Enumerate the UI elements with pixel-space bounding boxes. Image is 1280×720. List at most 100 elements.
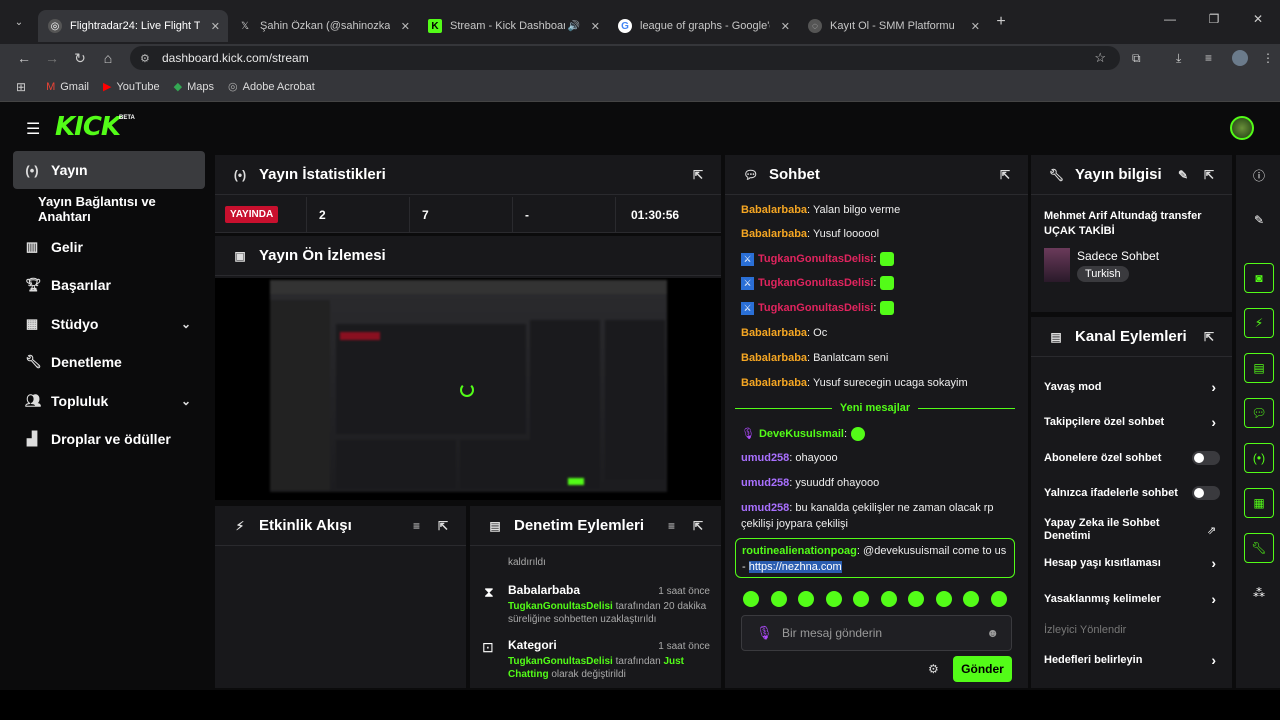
sidebar-item-droplar[interactable]: ▟ Droplar ve ödüller [13,420,205,458]
chat-username[interactable]: Babalarbaba [741,327,807,339]
sidebar-item-topluluk[interactable]: 👥︎ Topluluk ⌄ [13,382,205,420]
action-banned-words[interactable]: Yasaklanmış kelimeler › [1044,591,1222,607]
camera-icon[interactable]: ◙ [1244,263,1274,293]
popout-icon[interactable]: ⇱ [1204,168,1214,182]
action-followers-only[interactable]: Takipçilere özel sohbet › [1044,414,1222,430]
moderation-user[interactable]: TugkanGonultasDelisi [508,656,613,667]
wrench-icon[interactable]: 🔧︎ [1244,533,1274,563]
tab-smm[interactable]: ◌ Kayıt Ol - SMM Platformu ✕ [798,10,988,42]
moderation-user[interactable]: TugkanGonultasDelisi [508,601,613,612]
settings-icon[interactable]: ⚙ [928,662,939,676]
close-icon[interactable]: ✕ [781,20,790,33]
edit-icon[interactable]: ✎ [1178,168,1188,182]
sidebar-item-stream-key[interactable]: Yayın Bağlantısı ve Anahtarı [13,190,205,228]
star-icon[interactable]: ☆ [1094,50,1106,66]
emote-icon[interactable] [770,591,787,607]
back-icon[interactable]: ← [10,50,38,66]
emoji-icon[interactable]: ☻ [986,626,999,640]
notes-icon[interactable]: ▤ [1244,353,1274,383]
close-icon[interactable]: ✕ [971,20,980,33]
close-window-button[interactable]: ✕ [1236,12,1280,26]
broadcast-icon[interactable]: (•) [1244,443,1274,473]
lightning-icon[interactable]: ⚡︎ [1244,308,1274,338]
popout-icon[interactable]: ⇱ [438,519,448,533]
download-icon[interactable]: ⤓ [1176,51,1181,66]
chat-link[interactable]: https://nezhna.com [748,561,842,573]
close-icon[interactable]: ✕ [401,20,410,33]
community-icon[interactable]: ⁂ [1244,578,1274,608]
popout-icon[interactable]: ⇱ [693,168,703,182]
close-icon[interactable]: ✕ [591,20,600,33]
close-icon[interactable]: ✕ [211,20,220,33]
emote-icon[interactable] [798,591,814,607]
chat-username[interactable]: umud258 [741,477,789,489]
restore-button[interactable]: ❐ [1192,12,1236,26]
user-avatar[interactable] [1230,116,1254,140]
apps-icon[interactable]: ⊞ [16,80,26,94]
action-account-age[interactable]: Hesap yaşı kısıtlaması › [1044,555,1222,571]
action-ai-moderation[interactable]: Yapay Zeka ile Sohbet Denetimi [1044,517,1194,543]
emotes-only-toggle[interactable] [1192,486,1220,500]
new-tab-button[interactable]: + [988,13,1014,31]
tab-x[interactable]: 𝕏 Şahin Özkan (@sahinozkan0) / X ✕ [228,10,418,42]
external-link-icon[interactable]: ⇗ [1207,524,1216,537]
site-info-icon[interactable]: ⚙ [140,52,150,65]
chat-icon[interactable]: 💬︎ [1244,398,1274,428]
sidebar-item-gelir[interactable]: ▥ Gelir [13,228,205,266]
tab-flightradar[interactable]: ◎ Flightradar24: Live Flight Tracker ✕ [38,10,228,42]
filter-icon[interactable]: ≡ [668,519,675,533]
tab-kick[interactable]: K Stream - Kick Dashboard 🔊 ✕ [418,10,608,42]
action-goals[interactable]: Hedefleri belirleyin › [1044,652,1222,668]
action-slow-mode[interactable]: Yavaş mod › [1044,379,1222,395]
bookmark-youtube[interactable]: ▶ YouTube [103,80,160,94]
emote-icon[interactable] [825,591,842,607]
emote-icon[interactable] [935,591,952,607]
bookmark-acrobat[interactable]: ◎ Adobe Acrobat [228,80,315,94]
chat-username[interactable]: DeveKusuIsmail [759,428,844,440]
popout-icon[interactable]: ⇱ [693,519,703,533]
sidebar-item-basarilar[interactable]: 🏆︎ Başarılar [13,266,205,304]
chat-username[interactable]: Babalarbaba [741,204,807,216]
bookmark-maps[interactable]: ◆ Maps [174,80,214,94]
emote-icon[interactable] [853,591,869,607]
emote-icon[interactable] [880,591,897,607]
sidebar-item-yayin[interactable]: (•) Yayın [13,151,205,189]
kick-logo[interactable]: KICK [55,112,121,142]
reload-icon[interactable]: ↻ [66,50,94,67]
popout-icon[interactable]: ⇱ [1000,168,1010,182]
chat-username[interactable]: Babalarbaba [741,377,807,389]
chat-username[interactable]: Babalarbaba [741,228,807,240]
chat-username[interactable]: umud258 [741,502,789,514]
chat-username[interactable]: umud258 [741,452,789,464]
bookmark-gmail[interactable]: M Gmail [46,81,89,93]
home-icon[interactable]: ⌂ [94,50,122,66]
send-button[interactable]: Gönder [953,656,1012,682]
chat-input[interactable]: 🎙︎ Bir mesaj gönderin ☻ [741,615,1012,651]
chat-username[interactable]: TugkanGonultasDelisi [758,302,873,314]
address-bar[interactable]: ⚙ dashboard.kick.com/stream ☆ [130,46,1120,70]
chat-username[interactable]: TugkanGonultasDelisi [758,277,873,289]
info-icon[interactable]: ⓘ [1244,160,1274,190]
sidebar-item-denetleme[interactable]: 🔧︎ Denetleme [13,343,205,381]
emote-icon[interactable] [963,591,979,607]
chat-username[interactable]: Babalarbaba [741,352,807,364]
speaker-icon[interactable]: 🔊 [568,21,580,32]
actions-icon[interactable]: ▦ [1244,488,1274,518]
sidebar-item-studyo[interactable]: ▦ Stüdyo ⌄ [13,305,205,343]
chat-username[interactable]: routinealienationpoag [742,545,857,557]
emote-icon[interactable] [743,591,759,607]
forward-icon[interactable]: → [38,50,66,66]
edit-icon[interactable]: ✎ [1244,205,1274,235]
chat-username[interactable]: TugkanGonultasDelisi [758,253,873,265]
profile-icon[interactable] [1232,50,1248,66]
popout-icon[interactable]: ⇱ [1204,330,1214,344]
tab-google[interactable]: G league of graphs - Google'da Ara ✕ [608,10,798,42]
emote-icon[interactable] [990,591,1007,607]
media-icon[interactable]: ≡ [1205,51,1212,65]
minimize-button[interactable]: — [1148,12,1192,26]
extensions-icon[interactable]: ⧉ [1132,51,1141,66]
hamburger-menu-icon[interactable]: ☰ [26,119,40,139]
emote-icon[interactable] [908,591,924,607]
filter-icon[interactable]: ≡ [413,519,420,533]
menu-icon[interactable]: ⋮ [1262,51,1274,65]
